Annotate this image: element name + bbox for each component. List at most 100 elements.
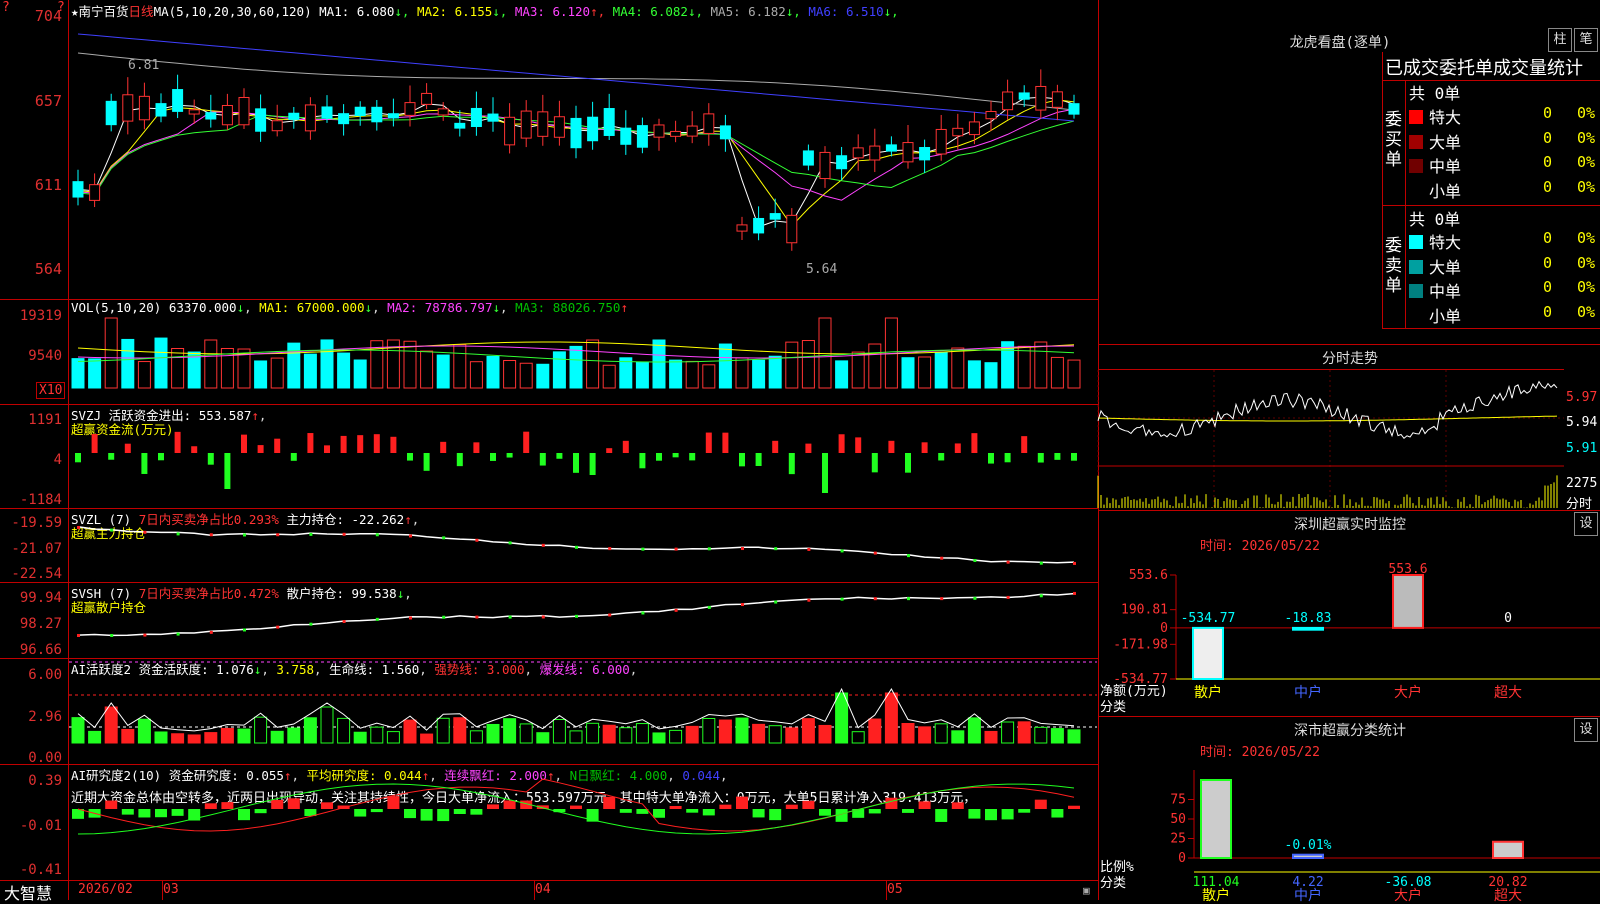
volume-bar — [901, 357, 915, 389]
trend-dot — [840, 549, 844, 553]
fund-flow-chart[interactable] — [69, 405, 1097, 508]
order-type-label: 小单 — [1429, 181, 1462, 201]
legend-swatch-icon — [1409, 110, 1423, 124]
research-bar — [420, 809, 433, 821]
volume-bar — [918, 356, 932, 389]
research-chart[interactable] — [69, 765, 1097, 880]
main-force-holding-chart[interactable] — [69, 509, 1097, 582]
research-bar — [985, 809, 997, 821]
ma-value: MA5: 6.182 — [710, 4, 786, 19]
volume-bar — [635, 361, 649, 389]
trend-dot — [741, 603, 744, 607]
class-bar — [1292, 853, 1324, 859]
ai2-axis-tick: 6.00 — [28, 667, 62, 683]
trend-dot — [575, 614, 578, 618]
research-bar — [204, 803, 217, 809]
stock-name[interactable]: 南宁百货 — [79, 4, 129, 19]
class-extra-label: -0.01% — [1285, 838, 1332, 853]
research-bar — [935, 809, 948, 822]
candlestick-chart[interactable] — [69, 18, 1097, 298]
trend-dot — [907, 554, 910, 558]
intraday-tick: 5.91 — [1566, 441, 1598, 456]
fund-flow-bar — [456, 453, 463, 467]
vol-unit-badge[interactable]: X10 — [36, 382, 66, 399]
research-bar — [470, 809, 483, 815]
price-axis-tick: 704 — [34, 7, 62, 25]
trend-dot — [1006, 595, 1010, 599]
pen-view-button[interactable]: 笔 — [1574, 28, 1598, 52]
activity-bar — [652, 732, 666, 744]
trend-dot — [143, 530, 147, 534]
trend-dot — [973, 596, 977, 600]
trend-dot — [707, 605, 711, 609]
legend-swatch-icon — [1409, 259, 1423, 274]
candle-body — [72, 181, 84, 198]
fund-flow-bar — [988, 453, 994, 464]
intraday-price-line — [1097, 380, 1558, 440]
classification-chart[interactable]: 7550250111.04散户4.22中户-36.08大户20.82超大-0.0… — [1098, 760, 1600, 904]
monitor-category-label: 大户 — [1394, 684, 1422, 701]
candle-body — [421, 92, 433, 105]
fund-flow-bar — [1054, 453, 1061, 460]
candle-body — [188, 109, 200, 115]
candle-body — [1035, 85, 1047, 111]
fund-flow-bar — [1021, 436, 1028, 453]
research-bar — [802, 800, 815, 809]
order-pct: 0% — [1577, 104, 1596, 122]
fund-flow-bar — [689, 453, 696, 461]
trend-dot — [1073, 591, 1076, 595]
fund-flow-bar — [589, 453, 596, 475]
fund-flow-bar — [622, 440, 629, 453]
retail-holding-chart[interactable] — [69, 583, 1097, 658]
legend-swatch-icon — [1409, 284, 1423, 298]
research-bar — [686, 809, 699, 813]
activity-bar — [370, 726, 384, 744]
fund-flow-bar — [108, 453, 115, 460]
intraday-avg-line — [1097, 415, 1558, 422]
monitor-settings-button[interactable]: 设 — [1574, 512, 1598, 536]
favorite-star-icon[interactable]: ★ — [71, 4, 79, 19]
research-bar — [370, 809, 383, 813]
class-settings-button[interactable]: 设 — [1574, 718, 1598, 742]
volume-bar — [619, 357, 633, 389]
monitor-tick: 190.81 — [1121, 603, 1168, 618]
brand-label: 大智慧 — [4, 884, 53, 903]
order-row: 小单 0 0% — [1409, 303, 1599, 327]
volume-bar — [735, 357, 749, 389]
fund-flow-bar — [971, 433, 978, 453]
volume-bar — [453, 344, 467, 389]
month-tick — [162, 880, 163, 900]
fund-flow-bar — [705, 432, 712, 453]
trend-dot — [641, 547, 645, 551]
bar-view-button[interactable]: 柱 — [1548, 28, 1572, 52]
research-bar — [769, 809, 782, 821]
candle-body — [172, 89, 184, 112]
activity-bar — [337, 717, 351, 744]
trend-line — [77, 526, 1075, 564]
monitor-bar — [1192, 626, 1224, 680]
fund-flow-bar — [207, 453, 214, 465]
activity-bar — [254, 716, 268, 744]
activity-chart[interactable] — [69, 659, 1097, 764]
volume-bar — [1017, 345, 1031, 389]
research-bar — [736, 796, 748, 809]
period-label[interactable]: 日线 — [129, 4, 154, 19]
volume-bar — [835, 360, 849, 389]
order-row: 中单 0 0% — [1409, 153, 1599, 177]
activity-bar — [1050, 728, 1064, 744]
volume-bar — [254, 360, 268, 389]
volume-bar — [967, 360, 981, 389]
volume-bar — [768, 355, 782, 389]
realtime-monitor-chart[interactable]: 553.6190.810-171.98-534.77-534.77散户-18.8… — [1098, 555, 1600, 701]
vol-axis-tick: 9540 — [28, 348, 62, 364]
trend-dot — [1006, 560, 1010, 564]
research-bar — [453, 809, 466, 814]
lock-icon[interactable]: ▣ — [1083, 884, 1090, 897]
fund-flow-bar — [473, 442, 480, 453]
volume-bar — [71, 358, 85, 389]
trend-dot — [541, 543, 545, 547]
trend-dot — [110, 633, 114, 637]
volume-chart[interactable] — [69, 300, 1097, 404]
intraday-chart[interactable] — [1097, 370, 1564, 510]
volume-bar — [403, 340, 417, 389]
